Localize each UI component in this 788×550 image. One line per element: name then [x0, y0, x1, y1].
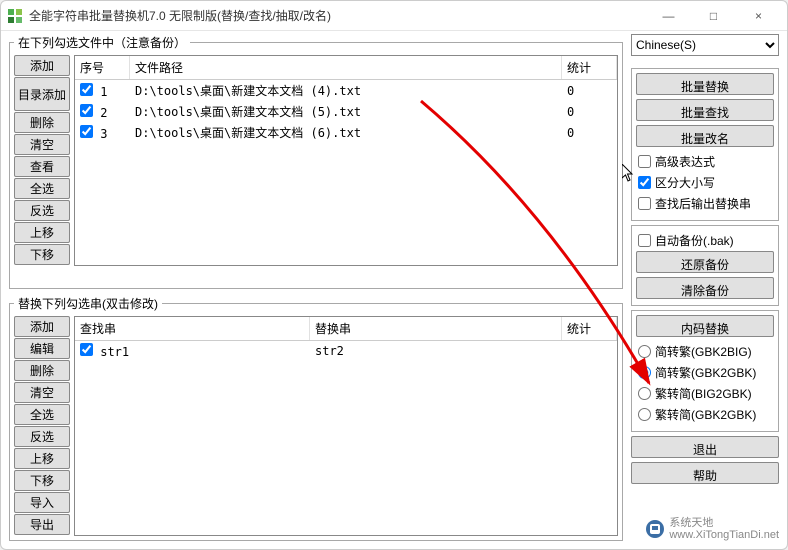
file-row-count: 0	[562, 104, 617, 120]
replace-buttons: 添加编辑删除清空全选反选上移下移导入导出	[14, 316, 70, 536]
titlebar: 全能字符串批量替换机7.0 无限制版(替换/查找/抽取/改名) — □ ×	[1, 1, 787, 31]
file-btn-7[interactable]: 上移	[14, 222, 70, 243]
replace-btn-8[interactable]: 导入	[14, 492, 70, 513]
file-btn-0[interactable]: 添加	[14, 55, 70, 76]
replace-btn-3[interactable]: 清空	[14, 382, 70, 403]
file-row-count: 0	[562, 83, 617, 99]
replace-panel: 替换下列勾选串(双击修改) 添加编辑删除清空全选反选上移下移导入导出 查找串 替…	[9, 295, 623, 541]
files-list[interactable]: 序号 文件路径 统计 1D:\tools\桌面\新建文本文档 (4).txt0 …	[74, 55, 618, 266]
col-count[interactable]: 统计	[562, 56, 617, 79]
file-btn-1[interactable]: 目录添加	[14, 77, 70, 111]
output-row[interactable]: 查找后输出替换串	[636, 193, 774, 214]
auto-backup-checkbox[interactable]	[638, 234, 651, 247]
replace-list[interactable]: 查找串 替换串 统计 str1str2	[74, 316, 618, 536]
files-body: 1D:\tools\桌面\新建文本文档 (4).txt0 2D:\tools\桌…	[75, 80, 617, 265]
exit-button[interactable]: 退出	[631, 436, 779, 458]
batch-replace-button[interactable]: 批量替换	[636, 73, 774, 95]
file-row-path: D:\tools\桌面\新建文本文档 (6).txt	[130, 123, 562, 142]
file-btn-4[interactable]: 查看	[14, 156, 70, 177]
files-header: 序号 文件路径 统计	[75, 56, 617, 80]
files-legend: 在下列勾选文件中（注意备份）	[14, 34, 190, 51]
output-checkbox[interactable]	[638, 197, 651, 210]
col-search[interactable]: 查找串	[75, 317, 310, 340]
col-count2[interactable]: 统计	[562, 317, 617, 340]
close-button[interactable]: ×	[736, 1, 781, 31]
file-btn-6[interactable]: 反选	[14, 200, 70, 221]
backup-group: 自动备份(.bak) 还原备份 清除备份	[631, 225, 779, 306]
adv-expr-row[interactable]: 高级表达式	[636, 151, 774, 172]
right-panel: Chinese(S) 批量替换 批量查找 批量改名 高级表达式 区分大小写 查找…	[631, 34, 779, 541]
encoding-select[interactable]: Chinese(S)	[631, 34, 779, 56]
replace-btn-4[interactable]: 全选	[14, 404, 70, 425]
window-title: 全能字符串批量替换机7.0 无限制版(替换/查找/抽取/改名)	[29, 7, 646, 24]
minimize-button[interactable]: —	[646, 1, 691, 31]
replace-row-to: str2	[310, 343, 562, 359]
r3-row[interactable]: 繁转简(BIG2GBK)	[636, 383, 774, 404]
batch-rename-button[interactable]: 批量改名	[636, 125, 774, 147]
file-btn-3[interactable]: 清空	[14, 134, 70, 155]
window-controls: — □ ×	[646, 1, 781, 31]
replace-row-checkbox[interactable]	[80, 343, 93, 356]
help-button[interactable]: 帮助	[631, 462, 779, 484]
r4-radio[interactable]	[638, 408, 651, 421]
file-row-path: D:\tools\桌面\新建文本文档 (5).txt	[130, 102, 562, 121]
batch-find-button[interactable]: 批量查找	[636, 99, 774, 121]
replace-header: 查找串 替换串 统计	[75, 317, 617, 341]
clear-backup-button[interactable]: 清除备份	[636, 277, 774, 299]
file-row-checkbox[interactable]	[80, 104, 93, 117]
r2-row[interactable]: 简转繁(GBK2GBK)	[636, 362, 774, 383]
auto-backup-row[interactable]: 自动备份(.bak)	[636, 230, 774, 251]
files-panel: 在下列勾选文件中（注意备份） 添加目录添加删除清空查看全选反选上移下移 序号 文…	[9, 34, 623, 289]
replace-body: str1str2	[75, 341, 617, 535]
restore-backup-button[interactable]: 还原备份	[636, 251, 774, 273]
file-buttons: 添加目录添加删除清空查看全选反选上移下移	[14, 55, 70, 266]
file-row-checkbox[interactable]	[80, 83, 93, 96]
replace-btn-9[interactable]: 导出	[14, 514, 70, 535]
col-path[interactable]: 文件路径	[130, 56, 562, 79]
file-row[interactable]: 3D:\tools\桌面\新建文本文档 (6).txt0	[75, 122, 617, 143]
case-row[interactable]: 区分大小写	[636, 172, 774, 193]
replace-btn-7[interactable]: 下移	[14, 470, 70, 491]
replace-legend: 替换下列勾选串(双击修改)	[14, 295, 162, 312]
replace-btn-5[interactable]: 反选	[14, 426, 70, 447]
file-btn-2[interactable]: 删除	[14, 112, 70, 133]
replace-row-count	[562, 350, 617, 352]
adv-expr-checkbox[interactable]	[638, 155, 651, 168]
r4-row[interactable]: 繁转简(GBK2GBK)	[636, 404, 774, 425]
r3-radio[interactable]	[638, 387, 651, 400]
replace-btn-2[interactable]: 删除	[14, 360, 70, 381]
file-row[interactable]: 2D:\tools\桌面\新建文本文档 (5).txt0	[75, 101, 617, 122]
replace-row[interactable]: str1str2	[75, 341, 617, 361]
file-row-checkbox[interactable]	[80, 125, 93, 138]
file-btn-5[interactable]: 全选	[14, 178, 70, 199]
app-window: 全能字符串批量替换机7.0 无限制版(替换/查找/抽取/改名) — □ × 在下…	[0, 0, 788, 550]
maximize-button[interactable]: □	[691, 1, 736, 31]
encode-replace-button[interactable]: 内码替换	[636, 315, 774, 337]
case-checkbox[interactable]	[638, 176, 651, 189]
replace-btn-1[interactable]: 编辑	[14, 338, 70, 359]
col-replace[interactable]: 替换串	[310, 317, 562, 340]
file-row-path: D:\tools\桌面\新建文本文档 (4).txt	[130, 81, 562, 100]
content: 在下列勾选文件中（注意备份） 添加目录添加删除清空查看全选反选上移下移 序号 文…	[1, 31, 787, 549]
file-btn-8[interactable]: 下移	[14, 244, 70, 265]
encode-group: 内码替换 简转繁(GBK2BIG) 简转繁(GBK2GBK) 繁转简(BIG2G…	[631, 310, 779, 432]
batch-group: 批量替换 批量查找 批量改名 高级表达式 区分大小写 查找后输出替换串	[631, 68, 779, 221]
replace-btn-6[interactable]: 上移	[14, 448, 70, 469]
r1-radio[interactable]	[638, 345, 651, 358]
replace-btn-0[interactable]: 添加	[14, 316, 70, 337]
col-seq[interactable]: 序号	[75, 56, 130, 79]
file-row-count: 0	[562, 125, 617, 141]
file-row[interactable]: 1D:\tools\桌面\新建文本文档 (4).txt0	[75, 80, 617, 101]
r1-row[interactable]: 简转繁(GBK2BIG)	[636, 341, 774, 362]
app-icon	[7, 8, 23, 24]
r2-radio[interactable]	[638, 366, 651, 379]
